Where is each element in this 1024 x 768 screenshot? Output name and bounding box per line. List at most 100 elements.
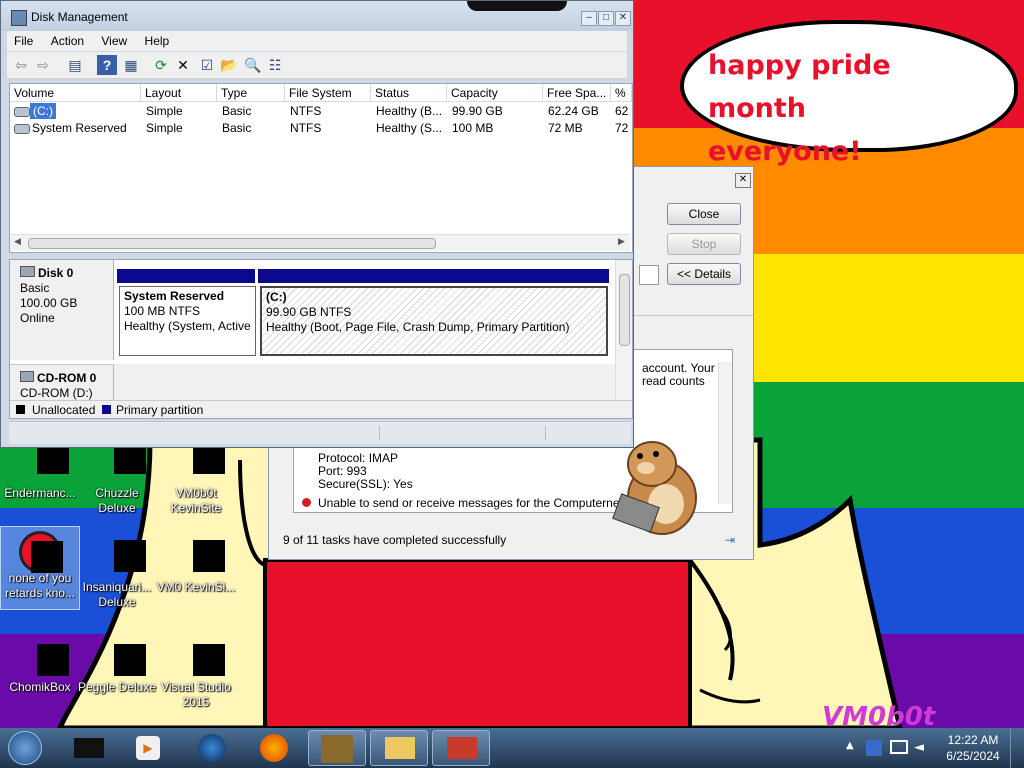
taskbar-pin-firefox[interactable] [246, 730, 304, 766]
list-view-icon[interactable]: ☷ [265, 55, 285, 75]
volume-list: Volume Layout Type File System Status Ca… [9, 83, 633, 253]
legend-bar: Unallocated Primary partition [10, 400, 632, 418]
stop-button[interactable]: Stop [667, 233, 741, 255]
desktop-icon-label: Insaniquari... Deluxe [82, 580, 152, 609]
legend-swatch-primary [102, 405, 111, 414]
maximize-button[interactable]: □ [598, 11, 614, 26]
cdrom-label[interactable]: CD-ROM 0 CD-ROM (D:) [10, 364, 114, 400]
close-button[interactable]: Close [667, 203, 741, 225]
cell-file-system: NTFS [290, 104, 322, 118]
taskbar-disk-management[interactable] [432, 730, 490, 766]
scrollbar-thumb[interactable] [619, 274, 630, 346]
col-file-system[interactable]: File System [285, 84, 371, 102]
desktop-icon-insaniquarium[interactable]: Insaniquari... Deluxe [77, 540, 157, 610]
taskbar-pin-globe[interactable] [184, 730, 242, 766]
table-row[interactable]: System Reserved Simple Basic NTFS Health… [10, 120, 632, 137]
task-summary: 9 of 11 tasks have completed successfull… [283, 533, 507, 547]
disk0-label[interactable]: Disk 0 Basic 100.00 GB Online [10, 260, 114, 360]
minimize-button[interactable]: – [581, 11, 597, 26]
open-folder-icon[interactable]: 📂 [219, 55, 239, 75]
properties-icon[interactable]: ▦ [121, 55, 141, 75]
menu-action[interactable]: Action [44, 31, 91, 51]
cell-free-space: 72 MB [548, 121, 583, 135]
partition-c[interactable]: (C:) 99.90 GB NTFS Healthy (Boot, Page F… [260, 286, 608, 356]
vm0-icon [193, 540, 225, 572]
toolbox-icon [447, 737, 477, 759]
cell-status: Healthy (S... [376, 121, 443, 135]
desktop-icon-visual-studio[interactable]: Visual Studio 2015 [156, 640, 236, 710]
col-type[interactable]: Type [217, 84, 285, 102]
taskbar-pin-black-app[interactable] [60, 730, 118, 766]
chomikbox-taskbar-icon [321, 735, 353, 763]
desktop-icon-vm0b0t-kevinsite[interactable]: VM0b0t KevinSite [156, 442, 236, 516]
start-button[interactable] [8, 731, 42, 765]
col-free-space[interactable]: Free Spa... [543, 84, 611, 102]
col-capacity[interactable]: Capacity [447, 84, 543, 102]
details-text: account. Your read counts [642, 362, 715, 388]
taskbar-clock[interactable]: 12:22 AM 6/25/2024 [940, 732, 1006, 764]
desktop-icon-label: none of you retards kno... [4, 571, 76, 600]
col-volume[interactable]: Volume [10, 84, 141, 102]
protocol-info: Protocol: IMAP Port: 993 Secure(SSL): Ye… [318, 452, 413, 491]
taskbar: ▶ ▲ ◄ [0, 728, 1024, 768]
desktop-icon-label: VM0 KevinSi... [156, 580, 236, 594]
horizontal-scrollbar[interactable]: ◀ ▶ [10, 234, 630, 251]
partition-status: Healthy (Boot, Page File, Crash Dump, Pr… [266, 320, 570, 334]
progress-box [639, 265, 659, 285]
delete-icon[interactable]: ✕ [173, 55, 193, 75]
col-percent-free[interactable]: % [611, 84, 632, 102]
desktop-icon-chuzzle[interactable]: Chuzzle Deluxe [77, 442, 157, 516]
close-button[interactable]: ✕ [615, 11, 631, 26]
volume-icon[interactable]: ◄ [914, 740, 930, 756]
desktop-icon-selected-shortcut[interactable]: none of you retards kno... [0, 526, 80, 610]
show-desktop-button[interactable] [1010, 728, 1024, 768]
cell-volume: (C:) [30, 103, 56, 119]
scrollbar-thumb[interactable] [28, 238, 436, 249]
desktop-icon-endermanc[interactable]: Endermanc... [0, 442, 80, 501]
refresh-icon[interactable]: ⟳ [151, 55, 171, 75]
desktop-icon-chomikbox[interactable]: ChomikBox [0, 640, 80, 695]
forward-icon[interactable]: ⇨ [33, 55, 53, 75]
help-icon[interactable]: ? [97, 55, 117, 75]
cell-file-system: NTFS [290, 121, 322, 135]
partition-status: Healthy (System, Active [124, 319, 251, 333]
taskbar-chomikbox[interactable] [308, 730, 366, 766]
scroll-right-icon[interactable]: ▶ [618, 236, 625, 247]
detail-line: read counts [642, 374, 705, 388]
cell-layout: Simple [146, 104, 183, 118]
back-icon[interactable]: ⇦ [11, 55, 31, 75]
insaniquarium-icon [114, 540, 146, 572]
search-icon[interactable]: 🔍 [243, 55, 263, 75]
show-hidden-icons-button[interactable]: ▲ [842, 728, 862, 768]
desktop-icon-vm0-kevinsite[interactable]: VM0 KevinSi... [156, 540, 236, 595]
scroll-left-icon[interactable]: ◀ [14, 236, 21, 247]
black-app-icon [74, 738, 104, 758]
dialog-close-x-button[interactable]: ✕ [735, 173, 751, 188]
check-icon[interactable]: ☑ [197, 55, 217, 75]
taskbar-send-receive[interactable] [370, 730, 428, 766]
detail-scrollbar[interactable] [718, 362, 732, 504]
desktop-icon-label: ChomikBox [9, 680, 71, 694]
show-hide-console-tree-icon[interactable]: ▤ [65, 55, 85, 75]
cell-capacity: 99.90 GB [452, 104, 503, 118]
col-layout[interactable]: Layout [141, 84, 217, 102]
tray-app-icon[interactable] [866, 740, 882, 756]
overlay-dark-shape [467, 1, 567, 11]
pin-icon[interactable]: ⇥ [725, 533, 735, 547]
menu-help[interactable]: Help [138, 31, 177, 51]
table-row[interactable]: (C:) Simple Basic NTFS Healthy (B... 99.… [10, 103, 632, 120]
taskbar-pin-media-player[interactable]: ▶ [120, 730, 178, 766]
partition-system-reserved[interactable]: System Reserved 100 MB NTFS Healthy (Sys… [119, 286, 256, 356]
network-icon[interactable] [890, 740, 908, 754]
menu-view[interactable]: View [94, 31, 134, 51]
vertical-scrollbar[interactable] [615, 260, 632, 400]
menu-file[interactable]: File [7, 31, 40, 51]
legend-swatch-unallocated [16, 405, 25, 414]
col-status[interactable]: Status [371, 84, 447, 102]
desktop-icon-peggle[interactable]: Peggle Deluxe [77, 640, 157, 695]
disk-icon [20, 266, 35, 277]
partition-size: 100 MB NTFS [124, 304, 201, 318]
peggle-icon [114, 644, 146, 676]
details-toggle-button[interactable]: << Details [667, 263, 741, 285]
legend-unallocated: Unallocated [32, 403, 96, 417]
